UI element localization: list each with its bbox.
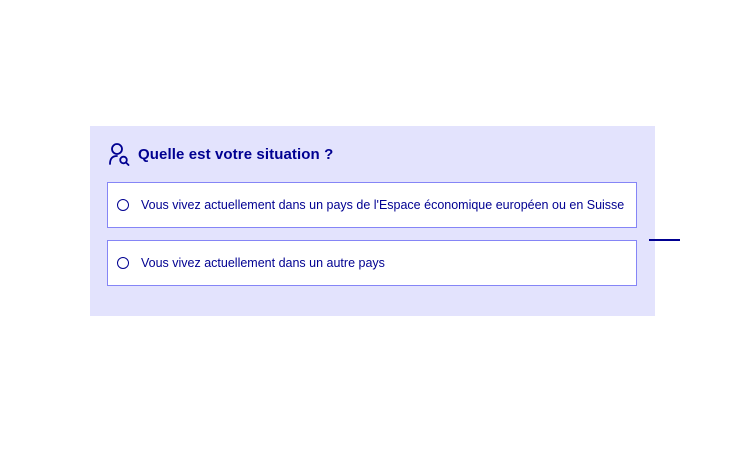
radio-option-label: Vous vivez actuellement dans un autre pa… (141, 256, 385, 270)
radio-button[interactable] (117, 199, 129, 211)
radio-button[interactable] (117, 257, 129, 269)
radio-option-eee-suisse[interactable]: Vous vivez actuellement dans un pays de … (107, 182, 637, 228)
user-search-icon (108, 142, 130, 166)
question-legend: Quelle est votre situation ? (108, 142, 333, 166)
radio-option-autre-pays[interactable]: Vous vivez actuellement dans un autre pa… (107, 240, 637, 286)
decorative-accent-line (649, 239, 680, 241)
question-title: Quelle est votre situation ? (138, 145, 334, 163)
radio-option-label: Vous vivez actuellement dans un pays de … (141, 198, 625, 212)
question-fieldset: Quelle est votre situation ? Vous vivez … (90, 126, 655, 316)
